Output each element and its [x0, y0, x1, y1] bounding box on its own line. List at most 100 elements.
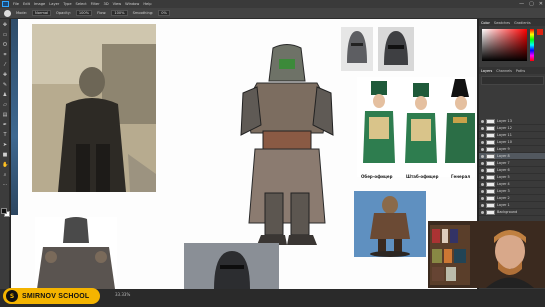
layer-name: Layer 13 [497, 119, 512, 123]
eye-icon[interactable] [481, 119, 484, 123]
stamp-icon[interactable]: ♟ [2, 93, 8, 98]
healing-icon[interactable]: ✚ [2, 73, 8, 78]
layer-thumbnail [486, 202, 495, 208]
path-select-icon[interactable]: ➤ [2, 143, 8, 148]
lasso-icon[interactable]: ʘ [2, 43, 8, 48]
layer-row[interactable]: Background [479, 209, 545, 216]
close-button[interactable]: ✕ [539, 1, 543, 7]
knight-concept-sketch [240, 44, 334, 245]
pen-icon[interactable]: ✒ [2, 123, 8, 128]
zoom-level[interactable]: 33.33% [115, 292, 130, 297]
layer-row[interactable]: Layer 11 [479, 132, 545, 139]
gradient-icon[interactable]: ▤ [2, 113, 8, 118]
eye-icon[interactable] [481, 189, 484, 193]
move-icon[interactable]: ✥ [2, 23, 8, 28]
ps-logo-icon [2, 1, 9, 7]
eye-icon[interactable] [481, 154, 484, 158]
menu-layer[interactable]: Layer [49, 2, 59, 6]
layer-thumbnail [486, 139, 495, 145]
menu-3d[interactable]: 3D [104, 2, 109, 6]
layer-row[interactable]: Layer 6 [479, 167, 545, 174]
options-bar: Mode: Normal Opacity: 100% Flow: 100% Sm… [0, 8, 545, 19]
eye-icon[interactable] [481, 126, 484, 130]
eraser-icon[interactable]: ▱ [2, 103, 8, 108]
flow-field[interactable]: 100% [111, 10, 128, 16]
hand-icon[interactable]: ✋ [2, 163, 8, 168]
brush-icon[interactable] [4, 9, 11, 17]
hue-slider[interactable] [530, 29, 534, 61]
layer-row[interactable]: Layer 3 [479, 188, 545, 195]
helmet-photo-3 [184, 243, 279, 289]
eye-icon[interactable] [481, 140, 484, 144]
minimize-button[interactable]: — [519, 1, 524, 7]
menu-filter[interactable]: Filter [91, 2, 100, 6]
helmet-photo-1 [341, 27, 373, 71]
more-tools-icon[interactable]: ⋯ [2, 183, 8, 188]
menu-help[interactable]: Help [143, 2, 151, 6]
layer-thumbnail [486, 125, 495, 131]
menu-window[interactable]: Window [125, 2, 139, 6]
eye-icon[interactable] [481, 196, 484, 200]
crop-icon[interactable]: ⌗ [2, 53, 8, 58]
color-picker-field[interactable] [482, 29, 527, 61]
layer-row[interactable]: Layer 1 [479, 202, 545, 209]
mode-select[interactable]: Normal [32, 10, 52, 16]
tab-gradients[interactable]: Gradients [514, 21, 531, 25]
opacity-field[interactable]: 100% [75, 10, 93, 16]
brush-tool-icon[interactable]: ✎ [2, 83, 8, 88]
eye-icon[interactable] [481, 210, 484, 214]
eye-icon[interactable] [481, 161, 484, 165]
layer-row[interactable]: Layer 4 [479, 181, 545, 188]
menu-bar: File Edit Image Layer Type Select Filter… [0, 0, 545, 8]
layer-name: Layer 1 [497, 203, 510, 207]
layer-row[interactable]: Layer 10 [479, 139, 545, 146]
layer-thumbnail [486, 167, 495, 173]
eye-icon[interactable] [481, 147, 484, 151]
layer-name: Layer 9 [497, 147, 510, 151]
layer-row[interactable]: Layer 8 [479, 153, 545, 160]
smoothing-field[interactable]: 0% [158, 10, 170, 16]
layer-row[interactable]: Layer 5 [479, 174, 545, 181]
menu-select[interactable]: Select [76, 2, 87, 6]
layer-row[interactable]: Layer 9 [479, 146, 545, 153]
marquee-icon[interactable]: ▭ [2, 33, 8, 38]
figurine-photo [354, 191, 426, 257]
layer-name: Layer 3 [497, 189, 510, 193]
menu-file[interactable]: File [13, 2, 19, 6]
document-canvas[interactable]: Обер-офицер Штаб-офицер Генерал [11, 19, 477, 289]
eye-icon[interactable] [481, 182, 484, 186]
tab-layers[interactable]: Layers [481, 69, 492, 73]
layer-row[interactable]: Layer 13 [479, 118, 545, 125]
shape-icon[interactable]: ■ [2, 153, 8, 158]
menu-image[interactable]: Image [34, 2, 45, 6]
tab-color[interactable]: Color [481, 21, 490, 25]
zoom-icon[interactable]: ⌕ [2, 173, 8, 178]
menu-type[interactable]: Type [63, 2, 71, 6]
pilot-photo [32, 24, 156, 192]
eye-icon[interactable] [481, 168, 484, 172]
eye-icon[interactable] [481, 133, 484, 137]
caption-staff-officer: Штаб-офицер [406, 174, 439, 179]
layer-row[interactable]: Layer 2 [479, 195, 545, 202]
layer-name: Layer 12 [497, 126, 512, 130]
maximize-button[interactable]: ▢ [529, 1, 534, 7]
foreground-color-swatch[interactable] [1, 208, 7, 214]
current-color-swatch[interactable] [537, 29, 543, 35]
tab-channels[interactable]: Channels [496, 69, 512, 73]
layer-name: Layer 7 [497, 161, 510, 165]
layer-thumbnail [486, 153, 495, 159]
tab-swatches[interactable]: Swatches [494, 21, 510, 25]
menu-view[interactable]: View [113, 2, 122, 6]
layer-thumbnail [486, 132, 495, 138]
layer-row[interactable]: Layer 12 [479, 125, 545, 132]
type-icon[interactable]: T [2, 133, 8, 138]
tab-paths[interactable]: Paths [516, 69, 525, 73]
layer-filter-controls[interactable] [481, 76, 544, 85]
menu-edit[interactable]: Edit [23, 2, 30, 6]
layer-row[interactable]: Layer 7 [479, 160, 545, 167]
eye-icon[interactable] [481, 175, 484, 179]
layer-thumbnail [486, 174, 495, 180]
eye-icon[interactable] [481, 203, 484, 207]
eyedropper-icon[interactable]: ⁄ [2, 63, 8, 68]
layer-thumbnail [486, 160, 495, 166]
